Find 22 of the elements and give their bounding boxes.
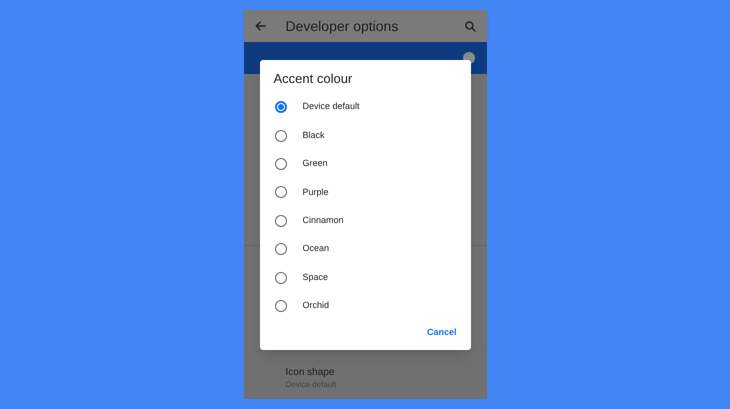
option-label: Green (302, 157, 328, 170)
radio-button[interactable] (274, 101, 286, 114)
screen-title: Developer options (286, 16, 400, 36)
option-label: Black (302, 128, 325, 142)
radio-button[interactable] (274, 186, 286, 198)
radio-button[interactable] (274, 130, 286, 142)
option-label: Cinnamon (302, 214, 344, 227)
option-label: Device default (302, 100, 360, 114)
option-label: Ocean (302, 242, 330, 256)
search-icon[interactable] (464, 20, 476, 32)
radio-button[interactable] (274, 158, 286, 170)
option-label: Space (302, 270, 328, 284)
dialog-title: Accent colour (272, 70, 354, 87)
radio-button[interactable] (274, 243, 286, 256)
radio-button[interactable] (274, 272, 286, 284)
back-arrow-icon[interactable] (254, 19, 268, 33)
radio-button[interactable] (274, 300, 286, 312)
radio-button[interactable] (274, 214, 286, 227)
cancel-button[interactable]: Cancel (426, 326, 456, 339)
setting-title: Icon shape (286, 366, 336, 379)
option-label: Orchid (302, 299, 330, 312)
option-label: Purple (302, 186, 329, 199)
